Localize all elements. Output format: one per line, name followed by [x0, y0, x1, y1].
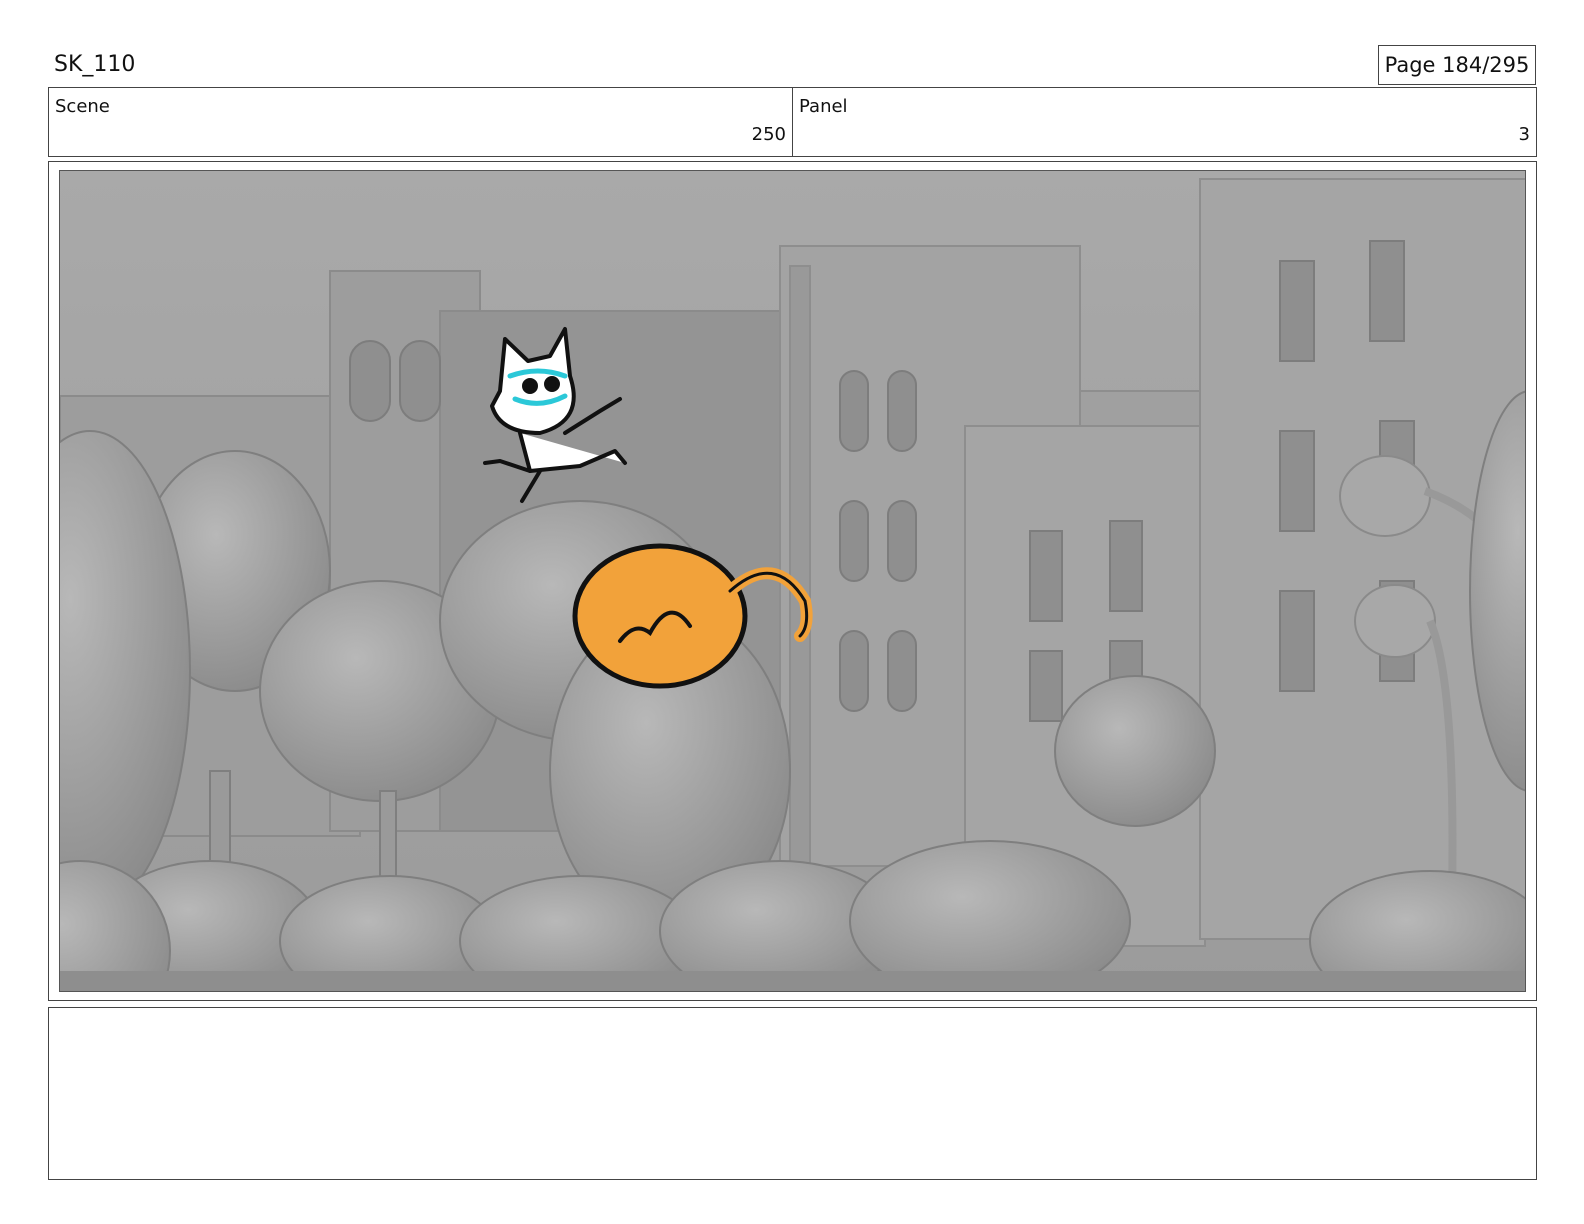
scene-value: 250 — [751, 124, 786, 145]
panel-label: Panel — [799, 96, 848, 117]
ground — [60, 971, 1525, 991]
scene-illustration — [60, 171, 1525, 991]
scene-cell: Scene 250 — [49, 88, 792, 156]
storyboard-image — [59, 170, 1526, 992]
scene-label: Scene — [55, 96, 110, 117]
image-frame — [48, 161, 1537, 1001]
page-number-box: Page 184/295 — [1378, 45, 1536, 85]
panel-cell: Panel 3 — [792, 88, 1536, 156]
info-row: Scene 250 Panel 3 — [48, 87, 1537, 157]
document-title: SK_110 — [54, 52, 136, 77]
panel-value: 3 — [1518, 124, 1530, 145]
notes-box — [48, 1007, 1537, 1180]
